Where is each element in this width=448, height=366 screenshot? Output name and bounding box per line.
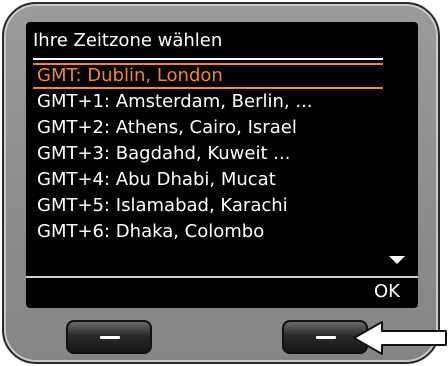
timezone-list: GMT: Dublin, London GMT+1: Amsterdam, Be…: [37, 63, 313, 245]
title-divider: [33, 58, 383, 60]
timezone-item-gmt-plus-3[interactable]: GMT+3: Bagdahd, Kuweit ...: [37, 141, 313, 167]
timezone-item-gmt-plus-4[interactable]: GMT+4: Abu Dhabi, Mucat: [37, 167, 313, 193]
left-arrow-icon: [353, 321, 447, 355]
timezone-item-gmt-plus-2[interactable]: GMT+2: Athens, Cairo, Israel: [37, 115, 313, 141]
minus-icon: [316, 336, 336, 339]
timezone-item-gmt-plus-5[interactable]: GMT+5: Islamabad, Karachi: [37, 193, 313, 219]
timezone-item-gmt[interactable]: GMT: Dublin, London: [37, 63, 313, 89]
minus-icon: [100, 336, 120, 339]
scroll-down-icon: [389, 256, 405, 264]
timezone-item-gmt-plus-1[interactable]: GMT+1: Amsterdam, Berlin, ...: [37, 89, 313, 115]
left-softkey-button[interactable]: [66, 320, 152, 354]
screen-title: Ihre Zeitzone wählen: [33, 30, 223, 51]
ok-softkey-label: OK: [374, 281, 400, 302]
timezone-item-gmt-plus-6[interactable]: GMT+6: Dhaka, Colombo: [37, 219, 313, 245]
